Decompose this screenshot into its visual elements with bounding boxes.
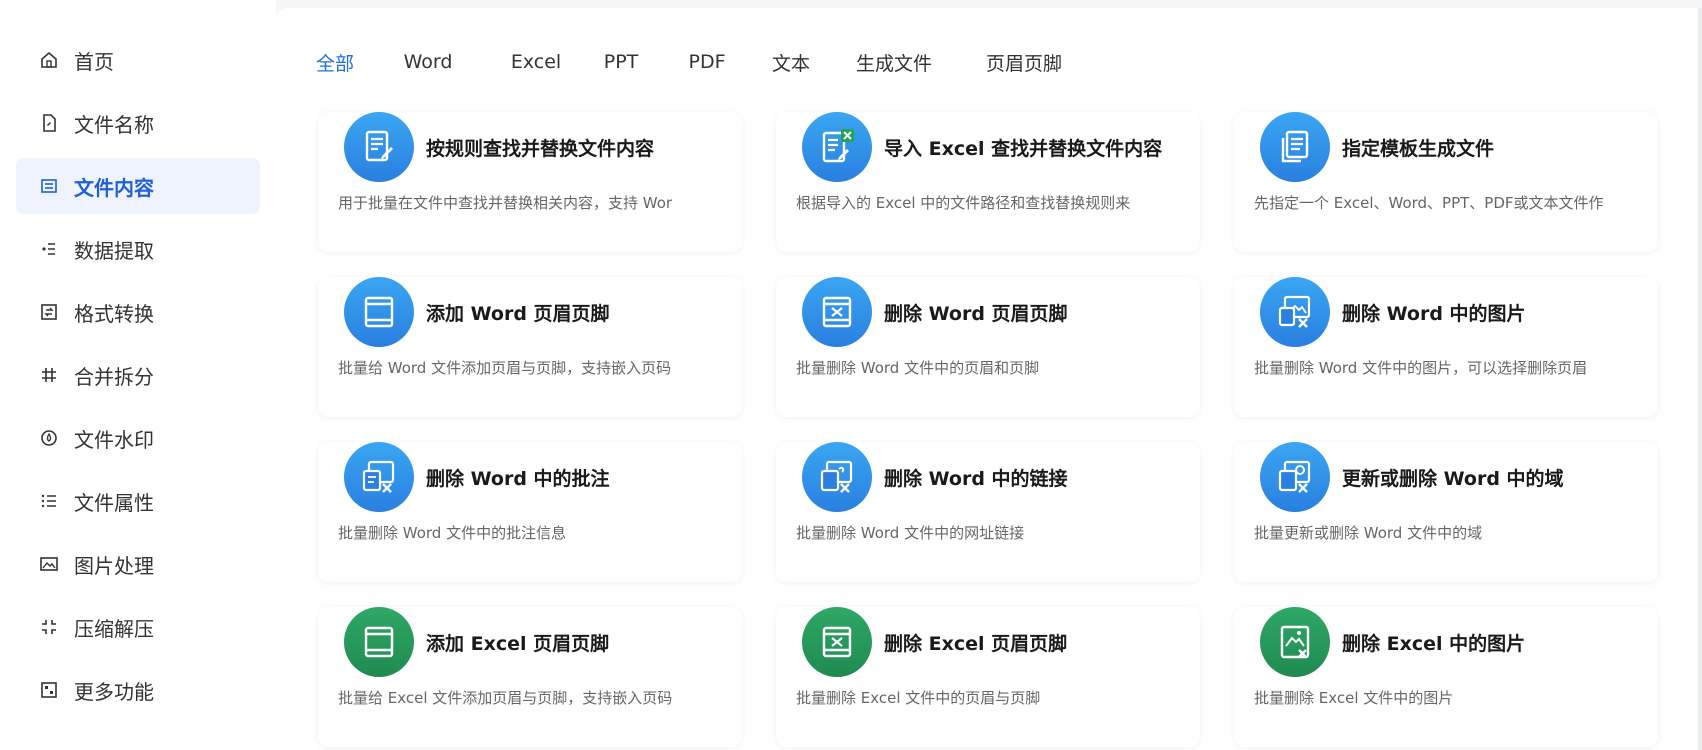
excel-header-footer-add-icon: [344, 607, 414, 677]
card-delete-word-links[interactable]: 删除 Word 中的链接 批量删除 Word 文件中的网址链接: [776, 442, 1200, 582]
file-properties-icon: [38, 490, 60, 512]
sidebar-item-label: 压缩解压: [74, 616, 154, 641]
tab-ppt[interactable]: PPT: [580, 38, 662, 86]
card-add-word-header-footer[interactable]: 添加 Word 页眉页脚 批量给 Word 文件添加页眉与页脚，支持嵌入页码: [318, 277, 742, 417]
card-description: 批量给 Word 文件添加页眉与页脚，支持嵌入页码: [338, 359, 672, 377]
card-description: 用于批量在文件中查找并替换相关内容，支持 Wor: [338, 194, 673, 212]
sidebar-item-data-extract[interactable]: 数据提取: [16, 221, 260, 277]
tab-all[interactable]: 全部: [306, 38, 364, 86]
card-description: 批量删除 Word 文件中的批注信息: [338, 524, 567, 542]
image-delete-icon: [1260, 277, 1330, 347]
data-extract-icon: [38, 238, 60, 260]
document-edit-icon: [344, 112, 414, 182]
file-name-icon: [38, 112, 60, 134]
sidebar-item-label: 文件水印: [74, 427, 154, 452]
card-description: 批量删除 Excel 文件中的页眉与页脚: [796, 689, 1041, 707]
sidebar-item-format-convert[interactable]: 格式转换: [16, 284, 260, 340]
sidebar-item-label: 更多功能: [74, 679, 154, 704]
sidebar-item-home[interactable]: 首页: [16, 32, 260, 88]
sidebar-item-label: 合并拆分: [74, 364, 154, 389]
card-title: 删除 Word 页眉页脚: [884, 303, 1068, 325]
card-description: 批量删除 Word 文件中的网址链接: [796, 524, 1025, 542]
card-title: 添加 Excel 页眉页脚: [426, 633, 610, 655]
tab-generate-file[interactable]: 生成文件: [830, 38, 958, 86]
card-title: 指定模板生成文件: [1342, 138, 1495, 160]
watermark-icon: [38, 427, 60, 449]
card-description: 批量删除 Word 文件中的图片，可以选择删除页眉: [1254, 359, 1588, 377]
compress-icon: [38, 616, 60, 638]
tab-word[interactable]: Word: [364, 38, 492, 86]
sidebar: 首页 文件名称 文件内容 数据提取 格式转换 合并拆分 文件水印 文件属性 图片…: [0, 0, 276, 750]
card-delete-excel-header-footer[interactable]: 删除 Excel 页眉页脚 批量删除 Excel 文件中的页眉与页脚: [776, 607, 1200, 747]
file-content-icon: [38, 175, 60, 197]
tab-pdf[interactable]: PDF: [662, 38, 752, 86]
image-process-icon: [38, 553, 60, 575]
card-title: 添加 Word 页眉页脚: [426, 303, 610, 325]
sidebar-item-file-content[interactable]: 文件内容: [16, 158, 260, 214]
home-icon: [38, 49, 60, 71]
card-generate-from-template[interactable]: 指定模板生成文件 先指定一个 Excel、Word、PPT、PDF或文本文件作: [1234, 112, 1658, 252]
excel-image-delete-icon: [1260, 607, 1330, 677]
card-description: 批量删除 Excel 文件中的图片: [1254, 689, 1454, 707]
card-find-replace-by-rules[interactable]: 按规则查找并替换文件内容 用于批量在文件中查找并替换相关内容，支持 Wor: [318, 112, 742, 252]
sidebar-item-file-name[interactable]: 文件名称: [16, 95, 260, 151]
sidebar-item-label: 格式转换: [74, 301, 154, 326]
card-import-excel-find-replace[interactable]: 导入 Excel 查找并替换文件内容 根据导入的 Excel 中的文件路径和查找…: [776, 112, 1200, 252]
card-delete-excel-images[interactable]: 删除 Excel 中的图片 批量删除 Excel 文件中的图片: [1234, 607, 1658, 747]
tab-excel[interactable]: Excel: [492, 38, 580, 86]
card-title: 删除 Word 中的图片: [1342, 303, 1526, 325]
panel-edge: [1698, 8, 1702, 750]
card-title: 删除 Excel 页眉页脚: [884, 633, 1068, 655]
more-features-icon: [38, 679, 60, 701]
card-title: 删除 Word 中的链接: [884, 468, 1068, 490]
sidebar-item-file-properties[interactable]: 文件属性: [16, 473, 260, 529]
card-delete-word-comments[interactable]: 删除 Word 中的批注 批量删除 Word 文件中的批注信息: [318, 442, 742, 582]
card-delete-word-images[interactable]: 删除 Word 中的图片 批量删除 Word 文件中的图片，可以选择删除页眉: [1234, 277, 1658, 417]
sidebar-item-label: 文件内容: [74, 175, 154, 200]
card-title: 导入 Excel 查找并替换文件内容: [884, 138, 1163, 160]
card-description: 先指定一个 Excel、Word、PPT、PDF或文本文件作: [1254, 194, 1604, 212]
card-delete-word-header-footer[interactable]: 删除 Word 页眉页脚 批量删除 Word 文件中的页眉和页脚: [776, 277, 1200, 417]
header-footer-delete-icon: [802, 277, 872, 347]
tab-text[interactable]: 文本: [752, 38, 830, 86]
card-update-delete-word-fields[interactable]: 更新或删除 Word 中的域 批量更新或删除 Word 文件中的域: [1234, 442, 1658, 582]
card-description: 根据导入的 Excel 中的文件路径和查找替换规则来: [796, 194, 1131, 212]
sidebar-item-label: 首页: [74, 49, 114, 74]
excel-import-icon: [802, 112, 872, 182]
link-delete-icon: [802, 442, 872, 512]
header-footer-add-icon: [344, 277, 414, 347]
card-title: 删除 Word 中的批注: [426, 468, 610, 490]
card-description: 批量给 Excel 文件添加页眉与页脚，支持嵌入页码: [338, 689, 673, 707]
category-tabs: 全部 Word Excel PPT PDF 文本 生成文件 页眉页脚: [306, 38, 1090, 86]
card-description: 批量删除 Word 文件中的页眉和页脚: [796, 359, 1040, 377]
card-title: 更新或删除 Word 中的域: [1342, 468, 1564, 490]
card-title: 按规则查找并替换文件内容: [426, 138, 655, 160]
tab-header-footer[interactable]: 页眉页脚: [958, 38, 1090, 86]
sidebar-item-compress[interactable]: 压缩解压: [16, 599, 260, 655]
template-copy-icon: [1260, 112, 1330, 182]
comment-delete-icon: [344, 442, 414, 512]
sidebar-item-label: 图片处理: [74, 553, 154, 578]
excel-header-footer-delete-icon: [802, 607, 872, 677]
card-title: 删除 Excel 中的图片: [1342, 633, 1526, 655]
field-update-icon: [1260, 442, 1330, 512]
main-panel: 全部 Word Excel PPT PDF 文本 生成文件 页眉页脚 按规则查找…: [276, 8, 1702, 750]
sidebar-item-merge-split[interactable]: 合并拆分: [16, 347, 260, 403]
sidebar-item-label: 数据提取: [74, 238, 154, 263]
card-add-excel-header-footer[interactable]: 添加 Excel 页眉页脚 批量给 Excel 文件添加页眉与页脚，支持嵌入页码: [318, 607, 742, 747]
merge-split-icon: [38, 364, 60, 386]
sidebar-item-watermark[interactable]: 文件水印: [16, 410, 260, 466]
app-window: 首页 文件名称 文件内容 数据提取 格式转换 合并拆分 文件水印 文件属性 图片…: [0, 0, 1702, 750]
format-convert-icon: [38, 301, 60, 323]
sidebar-item-label: 文件属性: [74, 490, 154, 515]
sidebar-item-label: 文件名称: [74, 112, 154, 137]
card-description: 批量更新或删除 Word 文件中的域: [1254, 524, 1483, 542]
sidebar-item-more-features[interactable]: 更多功能: [16, 662, 260, 718]
sidebar-item-image-process[interactable]: 图片处理: [16, 536, 260, 592]
